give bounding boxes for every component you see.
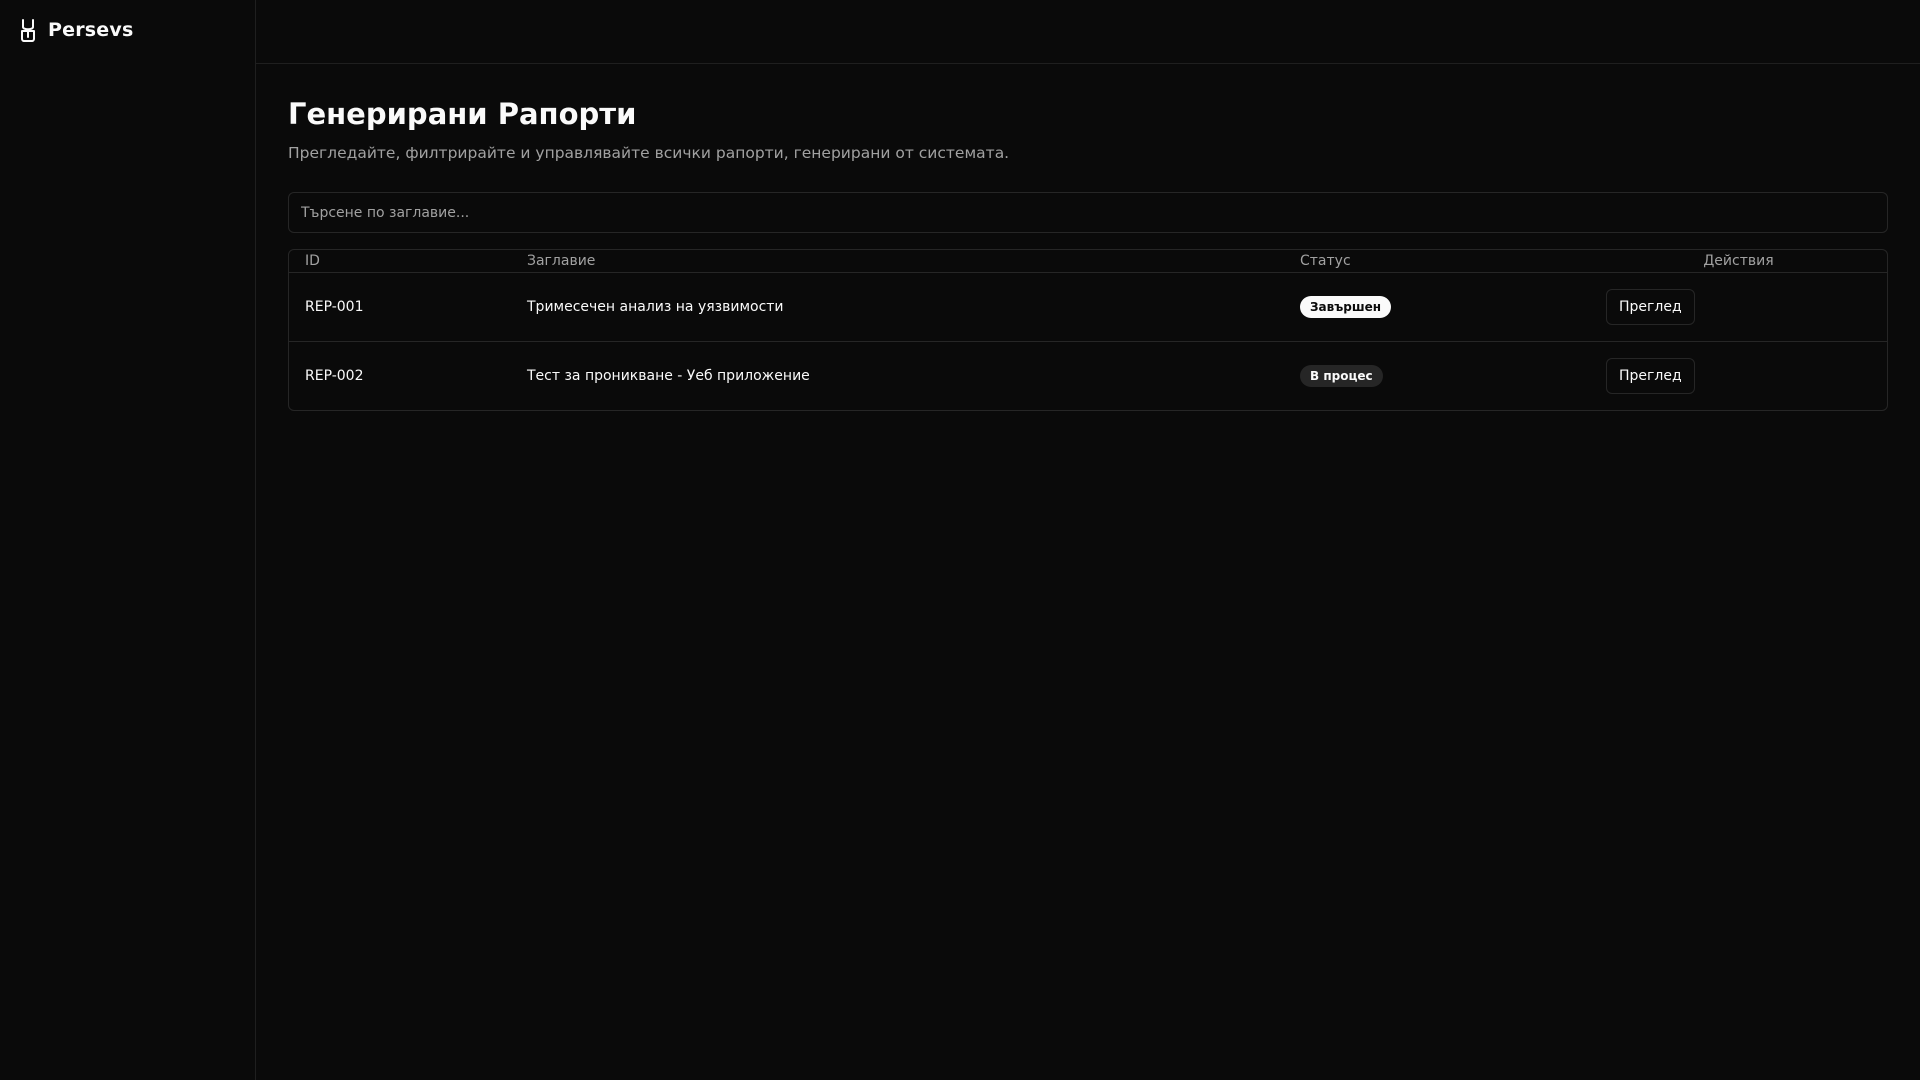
view-button[interactable]: Преглед — [1606, 288, 1695, 325]
top-bar — [256, 0, 1920, 64]
status-badge: Завършен — [1300, 295, 1391, 318]
table-row: REP-002 Тест за проникване - Уеб приложе… — [289, 341, 1887, 410]
table-header-row: ID Заглавие Статус Действия — [289, 250, 1887, 272]
search-input[interactable] — [289, 193, 1887, 232]
app-root: Persevs Генерирани Рапорти Прегледайте, … — [0, 0, 1920, 1080]
report-id: REP-001 — [305, 298, 364, 315]
column-header-id: ID — [305, 252, 320, 269]
status-cell: В процес — [1284, 341, 1590, 410]
page-content: Генерирани Рапорти Прегледайте, филтрира… — [256, 64, 1920, 411]
column-header-actions: Действия — [1703, 252, 1774, 269]
brand[interactable]: Persevs — [0, 0, 255, 60]
status-cell: Завършен — [1284, 272, 1590, 341]
report-title: Тримесечен анализ на уязвимости — [527, 298, 784, 315]
actions-cell: Преглед — [1590, 272, 1887, 341]
brand-name: Persevs — [48, 19, 134, 41]
status-badge: В процес — [1300, 364, 1383, 387]
report-id: REP-002 — [305, 367, 364, 384]
report-title: Тест за проникване - Уеб приложение — [527, 367, 810, 384]
helmet-icon — [20, 18, 36, 42]
table-row: REP-001 Тримесечен анализ на уязвимости … — [289, 272, 1887, 341]
reports-table: ID Заглавие Статус Действия REP-001 Трим… — [288, 249, 1888, 411]
column-header-title: Заглавие — [527, 252, 596, 269]
actions-cell: Преглед — [1590, 341, 1887, 410]
page-subtitle: Прегледайте, филтрирайте и управлявайте … — [288, 144, 1010, 162]
search-box — [288, 192, 1888, 233]
column-header-status: Статус — [1300, 252, 1351, 269]
view-button[interactable]: Преглед — [1606, 357, 1695, 394]
sidebar: Persevs — [0, 0, 256, 1080]
main-area: Генерирани Рапорти Прегледайте, филтрира… — [256, 0, 1920, 1080]
page-title: Генерирани Рапорти — [288, 97, 637, 131]
